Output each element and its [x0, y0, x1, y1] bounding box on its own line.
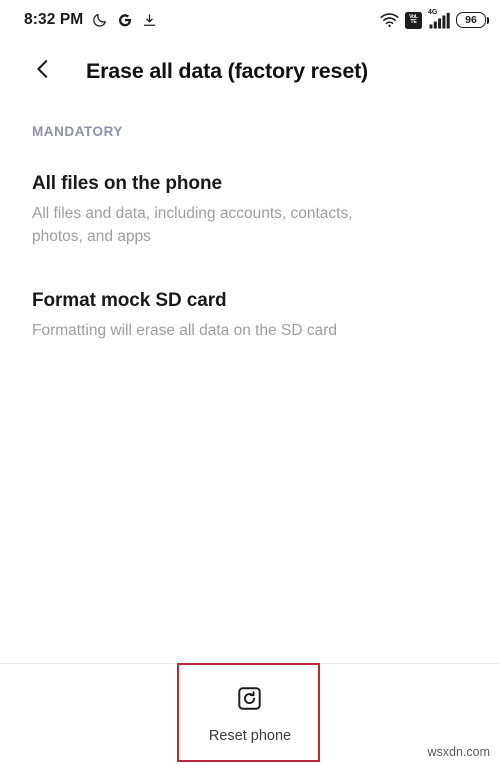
- settings-content: MANDATORY All files on the phone All fil…: [0, 102, 500, 352]
- list-item-title: All files on the phone: [32, 173, 222, 194]
- volte-icon: VoL TE: [405, 11, 422, 29]
- list-item-title: Format mock SD card: [32, 290, 227, 311]
- back-chevron-icon: [32, 58, 54, 85]
- status-bar: 8:32 PM VoL TE 4G 96: [0, 0, 500, 40]
- status-bar-right: VoL TE 4G 96: [380, 8, 489, 29]
- list-item-subtitle: Formatting will erase all data on the SD…: [32, 322, 337, 339]
- status-bar-left: 8:32 PM: [24, 11, 157, 29]
- list-item[interactable]: Format mock SD card Formatting will eras…: [0, 282, 500, 352]
- reset-phone-label: Reset phone: [208, 727, 292, 744]
- section-header-mandatory: MANDATORY: [32, 124, 123, 139]
- status-time: 8:32 PM: [24, 11, 84, 28]
- app-bar: Erase all data (factory reset): [0, 40, 500, 102]
- volte-label-bottom: TE: [410, 19, 417, 25]
- signal-bars-icon: 4G: [428, 8, 450, 29]
- watermark: wsxdn.com: [427, 745, 490, 759]
- back-button[interactable]: [26, 54, 60, 88]
- list-item-subtitle: All files and data, including accounts, …: [32, 205, 353, 245]
- bottom-action-bar: Reset phone: [0, 663, 500, 765]
- moon-icon: [92, 12, 108, 28]
- wifi-icon: [380, 12, 399, 28]
- network-type-label: 4G: [428, 8, 438, 16]
- google-icon: [117, 12, 133, 28]
- download-icon: [142, 13, 157, 28]
- battery-icon: 96: [456, 12, 489, 28]
- battery-level: 96: [456, 12, 489, 28]
- page-title: Erase all data (factory reset): [86, 58, 368, 83]
- list-item[interactable]: All files on the phone All files and dat…: [0, 165, 500, 258]
- reset-phone-icon: [237, 686, 262, 716]
- reset-phone-button[interactable]: Reset phone: [191, 678, 309, 752]
